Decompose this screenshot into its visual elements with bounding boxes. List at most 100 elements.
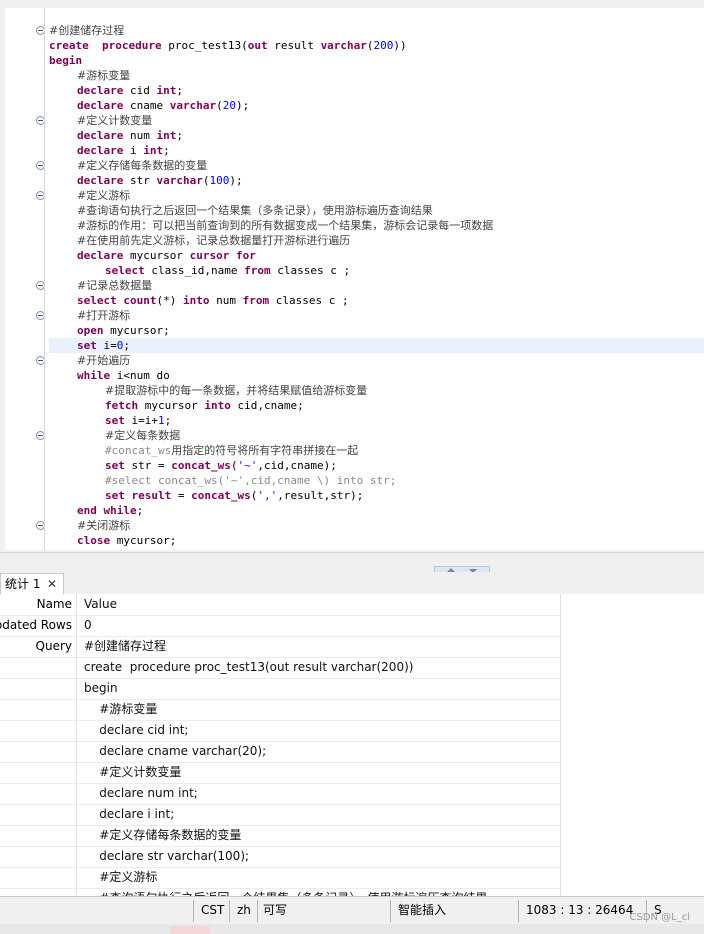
cell-name[interactable] bbox=[0, 888, 77, 896]
cell-value[interactable]: declare cname varchar(20); bbox=[78, 741, 560, 762]
table-row[interactable]: #定义存储每条数据的变量 bbox=[0, 825, 560, 847]
cell-name[interactable] bbox=[0, 699, 77, 720]
table-row[interactable]: #游标变量 bbox=[0, 699, 560, 721]
cell-name[interactable] bbox=[0, 678, 77, 699]
table-row[interactable]: declare str varchar(100); bbox=[0, 846, 560, 868]
code-line[interactable]: #游标变量 bbox=[49, 68, 130, 83]
code-line[interactable]: #select concat_ws('~',cid,cname \) into … bbox=[49, 473, 396, 488]
code-line-text: set result = concat_ws(',',result,str); bbox=[49, 489, 363, 502]
cell-name[interactable] bbox=[0, 741, 77, 762]
code-token: varchar bbox=[169, 99, 217, 112]
editor-text-area[interactable]: #创建储存过程 create procedure proc_test13(out … bbox=[5, 8, 704, 550]
code-line[interactable]: declare i int; bbox=[49, 143, 170, 158]
column-header-name[interactable]: Name bbox=[0, 594, 77, 615]
cell-name[interactable] bbox=[0, 783, 77, 804]
cell-value[interactable]: #定义计数变量 bbox=[78, 762, 560, 783]
table-row[interactable]: declare num int; bbox=[0, 783, 560, 805]
cell-value[interactable]: declare num int; bbox=[78, 783, 560, 804]
code-line[interactable]: #在使用前先定义游标，记录总数据量打开游标进行遍历 bbox=[49, 233, 350, 248]
cell-name[interactable] bbox=[0, 825, 77, 846]
code-line[interactable]: close mycursor; bbox=[49, 533, 176, 548]
table-row[interactable]: declare i int; bbox=[0, 804, 560, 826]
code-token: 100 bbox=[209, 174, 230, 187]
code-line[interactable]: #提取游标中的每一条数据，并将结果赋值给游标变量 bbox=[49, 383, 367, 398]
code-line[interactable]: open mycursor; bbox=[49, 323, 170, 338]
code-token: select bbox=[77, 294, 117, 307]
statistics-grid[interactable]: Name Value Updated Rows 0 Query #创建储存过程crea… bbox=[0, 594, 704, 896]
code-line[interactable]: #concat_ws用指定的符号将所有字符串拼接在一起 bbox=[49, 443, 358, 458]
table-row[interactable]: Updated Rows 0 bbox=[0, 615, 560, 637]
table-row[interactable]: create procedure proc_test13(out result … bbox=[0, 657, 560, 679]
cell-value[interactable]: #定义游标 bbox=[78, 867, 560, 888]
code-token: classes c ; bbox=[269, 294, 349, 307]
cell-value[interactable]: #创建储存过程 bbox=[78, 636, 560, 657]
code-line[interactable]: #查询语句执行之后返回一个结果集（多条记录），使用游标遍历查询结果 bbox=[49, 203, 433, 218]
code-line[interactable]: begin bbox=[49, 53, 82, 68]
code-line[interactable]: #游标的作用：可以把当前查询到的所有数据变成一个结果集，游标会记录每一项数据 bbox=[49, 218, 493, 233]
table-row[interactable]: begin bbox=[0, 678, 560, 700]
code-line[interactable]: set str = concat_ws('~',cid,cname); bbox=[49, 458, 337, 473]
cell-value[interactable]: declare cid int; bbox=[78, 720, 560, 741]
cell-name[interactable] bbox=[0, 867, 77, 888]
close-icon[interactable]: ✕ bbox=[47, 574, 57, 594]
code-line[interactable]: fetch mycursor into cid,cname; bbox=[49, 398, 304, 413]
code-line[interactable]: declare num int; bbox=[49, 128, 183, 143]
sql-editor[interactable]: #创建储存过程 create procedure proc_test13(out … bbox=[0, 0, 704, 552]
code-line[interactable]: #创建储存过程 bbox=[49, 23, 124, 38]
code-token: #创建储存过程 bbox=[49, 24, 125, 37]
code-line[interactable]: #定义每条数据 bbox=[49, 428, 180, 443]
code-line[interactable]: declare cname varchar(20); bbox=[49, 98, 249, 113]
table-row[interactable]: Query #创建储存过程 bbox=[0, 636, 560, 658]
code-line[interactable]: #打开游标 bbox=[49, 308, 130, 323]
table-row[interactable]: #定义游标 bbox=[0, 867, 560, 889]
code-line[interactable]: set i=i+1; bbox=[49, 413, 171, 428]
cell-value[interactable]: declare i int; bbox=[78, 804, 560, 825]
cell-name[interactable]: Updated Rows bbox=[0, 615, 77, 636]
tab-statistics[interactable]: 统计 1 ✕ bbox=[0, 573, 64, 594]
cell-value[interactable]: #游标变量 bbox=[78, 699, 560, 720]
code-line[interactable]: #定义游标 bbox=[49, 188, 130, 203]
code-line[interactable]: end while; bbox=[49, 503, 143, 518]
code-token: result bbox=[267, 39, 321, 52]
cell-value[interactable]: 0 bbox=[78, 615, 560, 636]
code-line[interactable]: while i<num do bbox=[49, 368, 170, 383]
status-separator bbox=[193, 900, 194, 922]
table-row[interactable]: #定义计数变量 bbox=[0, 762, 560, 784]
code-line[interactable]: select count(*) into num from classes c … bbox=[49, 293, 349, 308]
code-line[interactable]: #定义计数变量 bbox=[49, 113, 152, 128]
code-line[interactable]: create procedure proc_test13(out result … bbox=[49, 38, 407, 53]
table-row[interactable]: declare cid int; bbox=[0, 720, 560, 742]
code-line[interactable]: #开始遍历 bbox=[49, 353, 130, 368]
code-line[interactable]: declare cid int; bbox=[49, 83, 183, 98]
code-line-text: declare i int; bbox=[49, 144, 170, 157]
code-line[interactable]: select class_id,name from classes c ; bbox=[49, 263, 350, 278]
table-row[interactable]: declare cname varchar(20); bbox=[0, 741, 560, 763]
code-token: ); bbox=[229, 174, 243, 187]
cell-name[interactable] bbox=[0, 804, 77, 825]
cell-name[interactable]: Query bbox=[0, 636, 77, 657]
cell-name[interactable] bbox=[0, 846, 77, 867]
code-line[interactable]: declare mycursor cursor for bbox=[49, 248, 256, 263]
table-row[interactable]: #查询语句执行之后返回一个结果集（多条记录），使用游标遍历查询结果 bbox=[0, 888, 560, 896]
code-line-text: select count(*) into num from classes c … bbox=[49, 294, 349, 307]
code-line-text: while i<num do bbox=[49, 369, 170, 382]
code-line-text: declare cid int; bbox=[49, 84, 183, 97]
code-token: from bbox=[244, 264, 271, 277]
code-line[interactable]: set i=0; bbox=[49, 338, 704, 353]
panel-splitter[interactable] bbox=[0, 552, 704, 573]
code-line[interactable]: set result = concat_ws(',',result,str); bbox=[49, 488, 363, 503]
cell-value[interactable]: begin bbox=[78, 678, 560, 699]
code-line[interactable]: #关闭游标 bbox=[49, 518, 130, 533]
cell-value[interactable]: #查询语句执行之后返回一个结果集（多条记录），使用游标遍历查询结果 bbox=[78, 888, 560, 896]
cell-name[interactable] bbox=[0, 657, 77, 678]
code-line[interactable]: #记录总数据量 bbox=[49, 278, 152, 293]
code-line[interactable]: #定义存储每条数据的变量 bbox=[49, 158, 207, 173]
cell-value[interactable]: create procedure proc_test13(out result … bbox=[78, 657, 560, 678]
code-line[interactable]: declare str varchar(100); bbox=[49, 173, 243, 188]
column-header-value[interactable]: Value bbox=[78, 594, 560, 615]
cell-name[interactable] bbox=[0, 762, 77, 783]
cell-value[interactable]: declare str varchar(100); bbox=[78, 846, 560, 867]
cell-value[interactable]: #定义存储每条数据的变量 bbox=[78, 825, 560, 846]
cell-name[interactable] bbox=[0, 720, 77, 741]
